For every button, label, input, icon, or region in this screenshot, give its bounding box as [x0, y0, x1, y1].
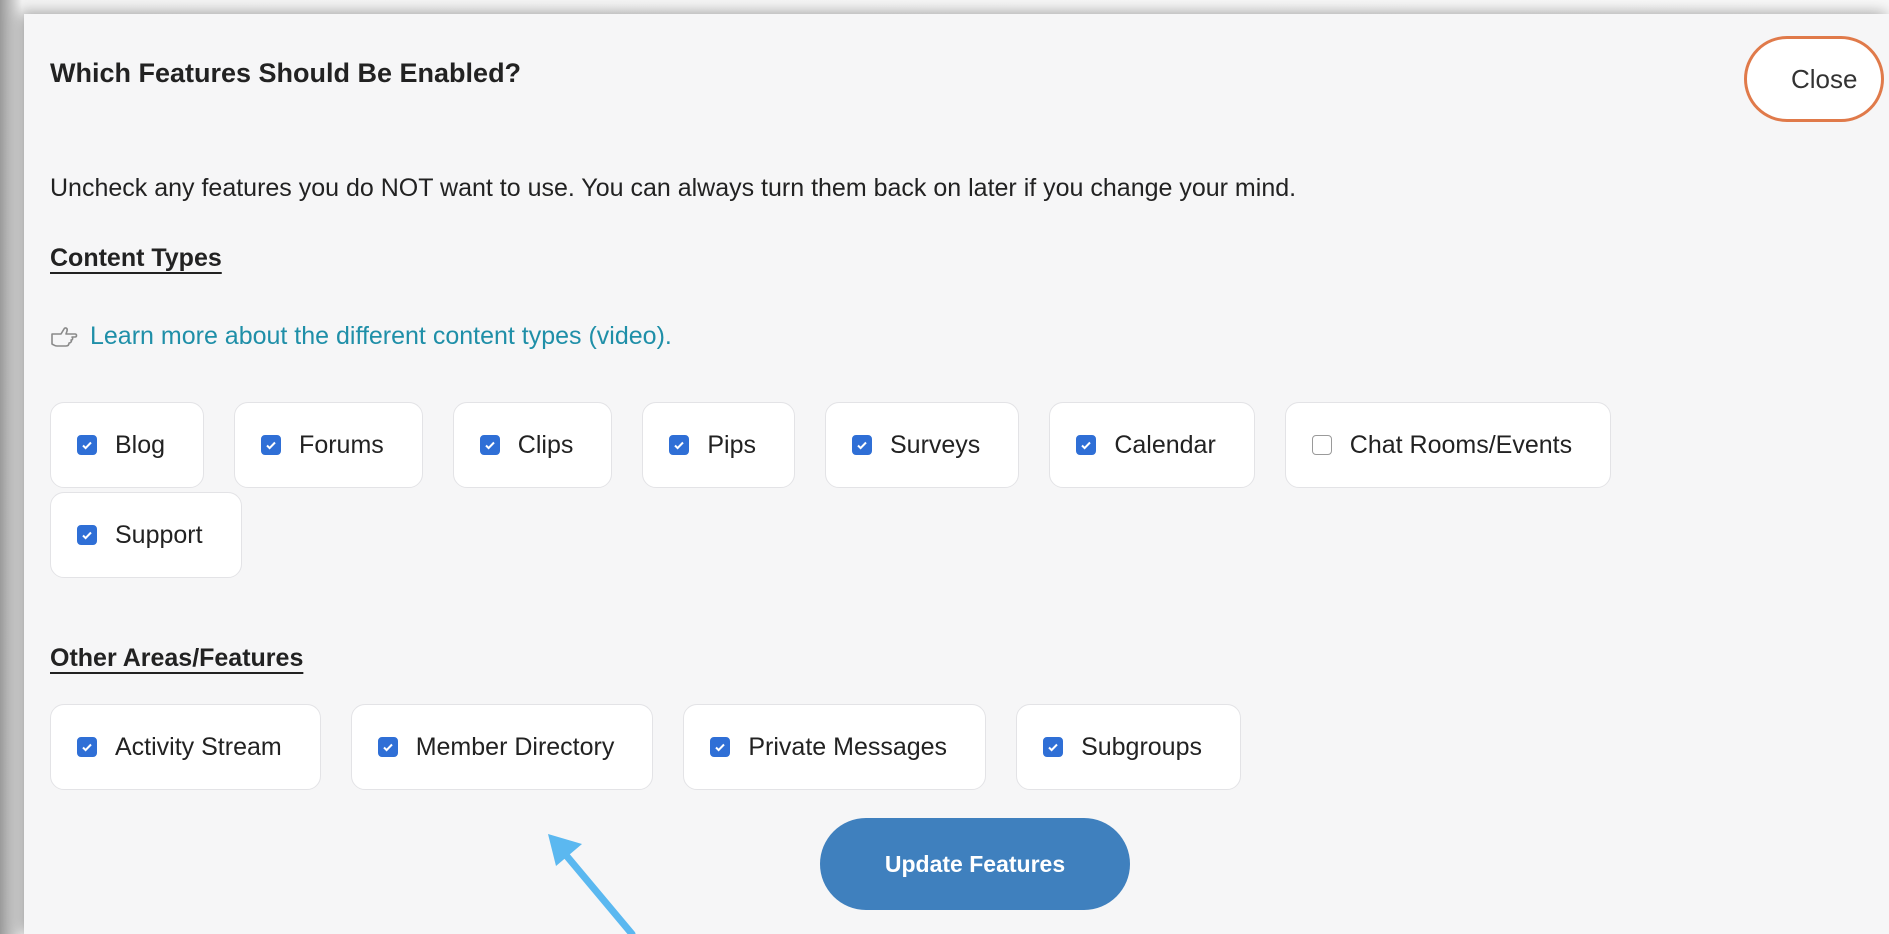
- checkbox-checked-icon[interactable]: [1076, 435, 1097, 455]
- feature-label: Subgroups: [1081, 732, 1202, 761]
- feature-chip-subgroups[interactable]: Subgroups: [1016, 704, 1241, 790]
- feature-label: Chat Rooms/Events: [1349, 430, 1573, 459]
- checkbox-checked-icon[interactable]: [77, 737, 97, 757]
- other-features-heading: Other Areas/Features: [50, 644, 304, 672]
- feature-chip-blog[interactable]: Blog: [50, 402, 205, 488]
- modal-intro-text: Uncheck any features you do NOT want to …: [50, 174, 1297, 202]
- feature-chip-activity-stream[interactable]: Activity Stream: [50, 704, 321, 790]
- checkbox-unchecked-icon[interactable]: [1311, 435, 1332, 455]
- feature-label: Calendar: [1114, 430, 1216, 459]
- content-types-row-2: Support: [50, 492, 242, 578]
- close-button[interactable]: Close: [1744, 36, 1884, 122]
- other-features-row: Activity Stream Member Directory Private…: [50, 704, 1241, 790]
- checkbox-checked-icon[interactable]: [377, 737, 398, 757]
- feature-label: Forums: [299, 430, 384, 459]
- annotation-arrow-icon: [548, 834, 636, 934]
- feature-chip-private-messages[interactable]: Private Messages: [683, 704, 987, 790]
- learn-more-content-types-link[interactable]: Learn more about the different content t…: [90, 322, 672, 351]
- checkbox-checked-icon[interactable]: [77, 525, 97, 545]
- feature-label: Blog: [115, 430, 166, 459]
- checkbox-checked-icon[interactable]: [77, 435, 97, 455]
- update-features-button[interactable]: Update Features: [820, 818, 1130, 910]
- feature-chip-pips[interactable]: Pips: [642, 402, 795, 488]
- content-types-row-1: Blog Forums Clips Pips Surveys Calendar …: [50, 402, 1612, 488]
- feature-label: Surveys: [890, 430, 981, 459]
- feature-chip-member-directory[interactable]: Member Directory: [350, 704, 654, 790]
- feature-label: Support: [115, 520, 203, 549]
- feature-chip-forums[interactable]: Forums: [234, 402, 423, 488]
- feature-chip-clips[interactable]: Clips: [452, 402, 613, 488]
- checkbox-checked-icon[interactable]: [710, 737, 731, 757]
- feature-label: Pips: [707, 430, 756, 459]
- checkbox-checked-icon[interactable]: [261, 435, 282, 455]
- feature-label: Activity Stream: [115, 732, 282, 761]
- feature-label: Member Directory: [415, 732, 615, 761]
- feature-label: Clips: [517, 430, 574, 459]
- feature-chip-support[interactable]: Support: [50, 492, 242, 578]
- learn-more-row: Learn more about the different content t…: [50, 322, 672, 351]
- checkbox-checked-icon[interactable]: [479, 435, 500, 455]
- checkbox-checked-icon[interactable]: [669, 435, 690, 455]
- modal-title: Which Features Should Be Enabled?: [50, 58, 522, 88]
- features-modal: Which Features Should Be Enabled? Close …: [24, 14, 1889, 934]
- checkbox-checked-icon[interactable]: [1043, 737, 1064, 757]
- checkbox-checked-icon[interactable]: [852, 435, 872, 455]
- feature-chip-chat-rooms-events[interactable]: Chat Rooms/Events: [1284, 402, 1612, 488]
- content-types-heading: Content Types: [50, 244, 222, 272]
- feature-label: Private Messages: [748, 732, 948, 761]
- feature-chip-surveys[interactable]: Surveys: [825, 402, 1020, 488]
- feature-chip-calendar[interactable]: Calendar: [1049, 402, 1255, 488]
- pointing-hand-icon: [50, 325, 80, 349]
